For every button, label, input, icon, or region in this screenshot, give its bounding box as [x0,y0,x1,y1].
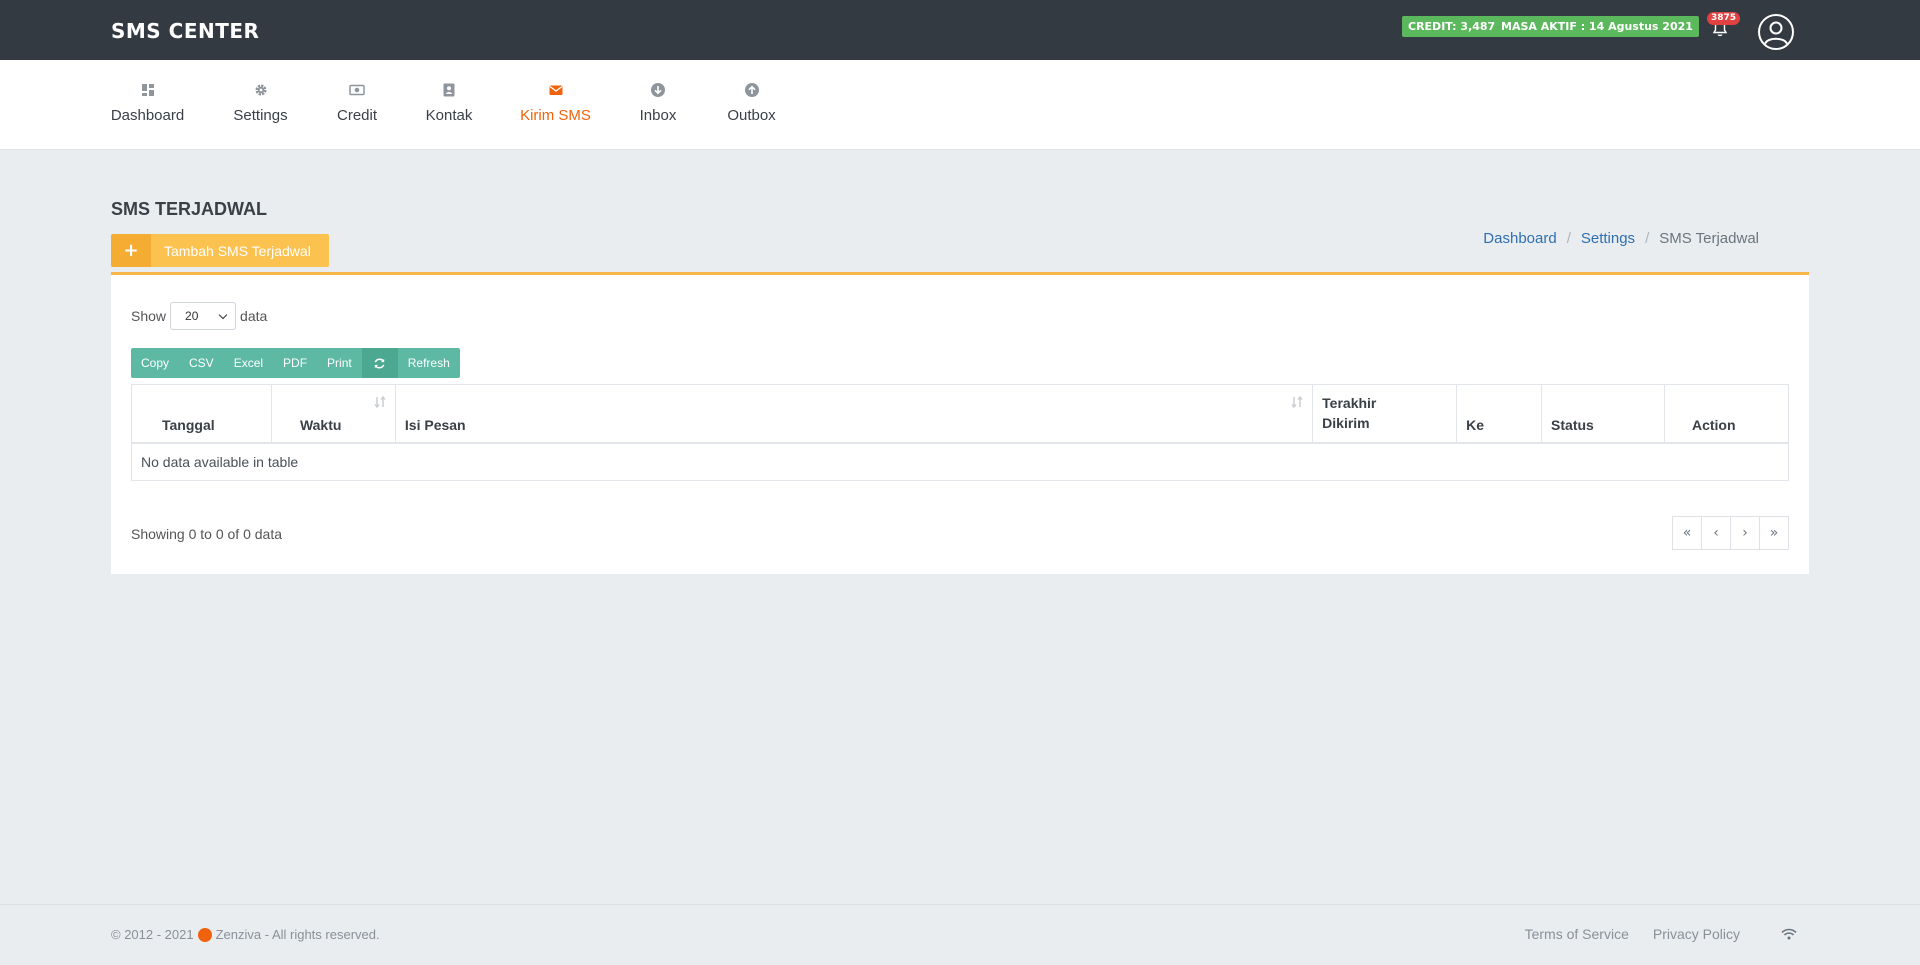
sort-icon [374,395,386,409]
page-title: SMS TERJADWAL [111,199,268,219]
last-page-button[interactable]: » [1759,516,1789,550]
notification-count-badge: 3875 [1707,12,1741,25]
scheduled-sms-table: Tanggal Waktu Isi Pesan Terakhir Dikirim… [131,384,1790,481]
nav-label: Settings [233,107,288,124]
arrow-up-circle-icon [744,83,759,97]
arrow-down-circle-icon [651,83,665,97]
empty-table-message: No data available in table [131,442,1789,481]
add-button-label: Tambah SMS Terjadwal [164,242,311,259]
column-header-action: Action [1663,384,1790,444]
refresh-button[interactable]: Refresh [398,348,460,378]
nav-item-inbox[interactable]: Inbox [638,60,678,150]
copyright-owner: Zenziva - All rights reserved. [215,927,380,942]
masa-aktif-badge: MASA AKTIF : 14 Agustus 2021 [1495,16,1699,37]
nav-label: Kirim SMS [520,107,591,124]
export-button-group: Copy CSV Excel PDF Print Refresh [131,348,460,378]
column-header-tanggal[interactable]: Tanggal [131,384,272,444]
column-header-ke[interactable]: Ke [1456,384,1543,444]
main-nav: Dashboard Settings Credit Kontak Kirim S… [0,60,1920,150]
footer: © 2012 - 2021 Zenziva - All rights reser… [0,904,1920,965]
show-label: Show [131,308,167,324]
credit-badge: CREDIT: 3,487 [1402,16,1502,37]
zenziva-logo-icon [197,927,212,942]
excel-button[interactable]: Excel [224,348,273,378]
scheduled-sms-card: Show 20 data Copy CSV Excel PDF Print Re… [111,272,1809,574]
sort-icon [1291,395,1303,409]
column-header-terakhir-dikirim[interactable]: Terakhir Dikirim [1312,384,1458,444]
user-icon [1764,21,1788,45]
contact-card-icon [443,83,455,97]
breadcrumb: Dashboard / Settings / SMS Terjadwal [1483,230,1759,247]
print-button[interactable]: Print [317,348,362,378]
nav-item-kontak[interactable]: Kontak [426,60,472,150]
nav-label: Inbox [639,107,677,124]
pagination: « ‹ › » [1672,516,1789,550]
page-length-select[interactable]: 20 [170,302,237,330]
page-length-control: Show 20 data [131,302,267,330]
data-label: data [240,308,268,324]
breadcrumb-dashboard[interactable]: Dashboard [1483,230,1556,247]
csv-button[interactable]: CSV [179,348,224,378]
next-page-button[interactable]: › [1730,516,1760,550]
nav-label: Outbox [727,107,776,124]
breadcrumb-settings[interactable]: Settings [1581,230,1635,247]
envelope-icon [549,85,562,95]
table-info: Showing 0 to 0 of 0 data [131,526,282,542]
copyright: © 2012 - 2021 Zenziva - All rights reser… [111,927,380,942]
nav-item-outbox[interactable]: Outbox [726,60,777,150]
column-header-status[interactable]: Status [1541,384,1665,444]
money-icon [349,84,365,96]
table-row: No data available in table [131,442,1789,481]
privacy-policy-link[interactable]: Privacy Policy [1653,926,1740,942]
pdf-button[interactable]: PDF [273,348,317,378]
column-header-isi-pesan[interactable]: Isi Pesan [394,384,1314,444]
copy-button[interactable]: Copy [131,348,179,378]
avatar[interactable] [1758,14,1794,50]
add-scheduled-sms-button[interactable]: + Tambah SMS Terjadwal [111,234,329,267]
previous-page-button[interactable]: ‹ [1701,516,1731,550]
wifi-icon [1781,928,1797,940]
nav-label: Kontak [425,107,473,124]
breadcrumb-current: SMS Terjadwal [1659,230,1759,247]
nav-item-settings[interactable]: Settings [233,60,288,150]
terms-of-service-link[interactable]: Terms of Service [1525,926,1629,942]
nav-item-kirim-sms[interactable]: Kirim SMS [520,60,591,150]
nav-item-dashboard[interactable]: Dashboard [111,60,184,150]
column-header-waktu[interactable]: Waktu [270,384,396,444]
top-bar: SMS CENTER CREDIT: 3,487 MASA AKTIF : 14… [0,0,1920,60]
table-header-row: Tanggal Waktu Isi Pesan Terakhir Dikirim… [131,384,1790,444]
dashboard-icon [141,84,154,96]
gear-icon [255,84,266,96]
first-page-button[interactable]: « [1672,516,1702,550]
breadcrumb-separator: / [1566,230,1571,247]
plus-icon: + [111,234,151,267]
nav-label: Dashboard [110,107,185,124]
refresh-icon[interactable] [361,348,398,378]
page-length-value: 20 [185,309,199,323]
nav-item-credit[interactable]: Credit [337,60,377,150]
brand-title: SMS CENTER [111,19,260,43]
breadcrumb-separator: / [1645,230,1650,247]
copyright-years: © 2012 - 2021 [111,927,194,942]
footer-links: Terms of Service Privacy Policy [1525,926,1740,942]
nav-label: Credit [337,107,378,124]
